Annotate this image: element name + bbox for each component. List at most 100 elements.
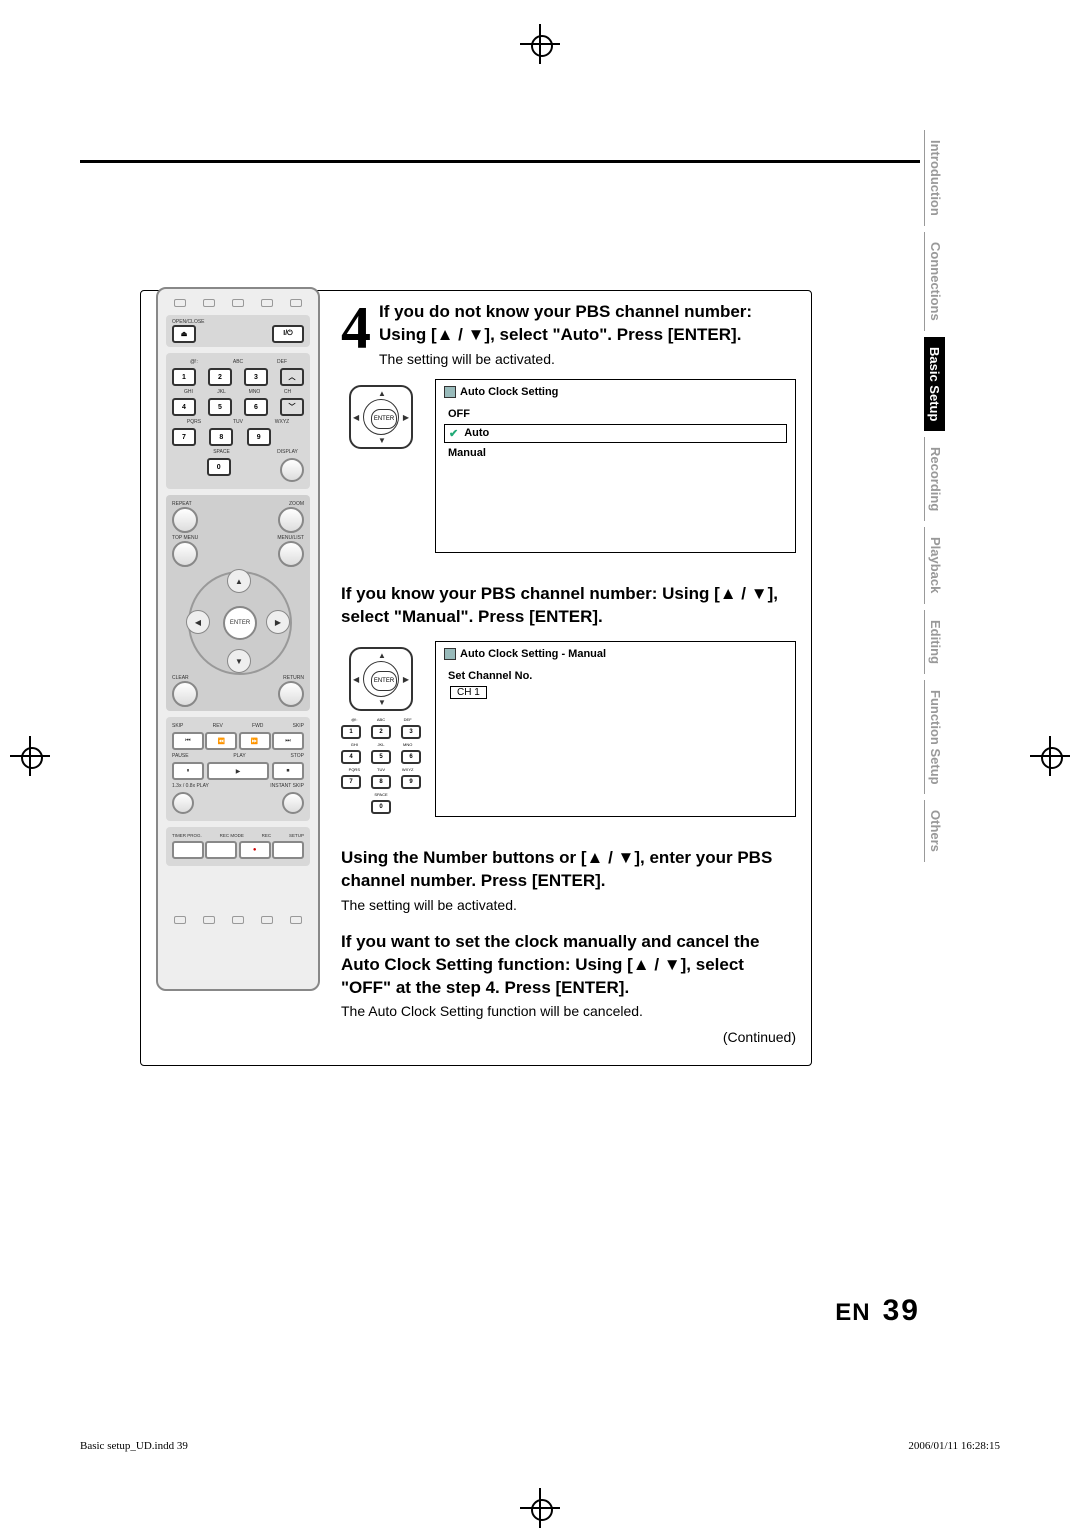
footer-left: Basic setup_UD.indd 39: [80, 1440, 188, 1452]
kp-lbl: JKL: [205, 389, 238, 395]
key-3[interactable]: 3: [244, 368, 268, 386]
dpad-up[interactable]: ▲: [227, 569, 251, 593]
tab-editing[interactable]: Editing: [924, 610, 946, 674]
eject-button[interactable]: ⏏: [172, 325, 196, 343]
nav-down-icon: ▼: [378, 698, 386, 707]
lbl: REC MODE: [220, 833, 244, 838]
key-1[interactable]: 1: [172, 368, 196, 386]
rec-mode-button[interactable]: [205, 841, 237, 859]
osd-auto-clock: Auto Clock Setting OFF ✔ Auto Manual: [435, 379, 796, 553]
tab-playback[interactable]: Playback: [924, 527, 946, 603]
dpad-right[interactable]: ▶: [266, 610, 290, 634]
key-9[interactable]: 9: [247, 428, 271, 446]
top-rule: [80, 160, 920, 163]
fwd-button[interactable]: ⏩: [239, 732, 271, 750]
skip-fwd-button[interactable]: ⏭: [272, 732, 304, 750]
rec-button[interactable]: ●: [239, 841, 271, 859]
key-4[interactable]: 4: [172, 398, 196, 416]
osd-item-auto[interactable]: ✔ Auto: [444, 424, 787, 443]
lbl: TUV: [368, 767, 395, 772]
key-0[interactable]: 0: [207, 458, 231, 476]
return-button[interactable]: [278, 681, 304, 707]
sub-activated-a: The setting will be activated.: [379, 351, 796, 367]
display-label: DISPLAY: [271, 449, 304, 455]
mk-5: 5: [371, 750, 391, 764]
display-button[interactable]: [280, 458, 304, 482]
key-6[interactable]: 6: [244, 398, 268, 416]
osd2-title: Auto Clock Setting - Manual: [444, 648, 787, 660]
nav-down-icon: ▼: [378, 436, 386, 445]
top-menu-button[interactable]: [172, 541, 198, 567]
stop-button[interactable]: ⏹: [272, 762, 304, 780]
nav-right-icon: ▶: [403, 413, 409, 422]
mk-0: 0: [371, 800, 391, 814]
mk-9: 9: [401, 775, 421, 789]
kp-lbl: GHI: [172, 389, 205, 395]
lbl: 1.3x / 0.8x PLAY: [172, 783, 209, 789]
nav-enter-label: ENTER: [371, 409, 397, 429]
tab-others[interactable]: Others: [924, 800, 946, 862]
heading-unknown-pbs: If you do not know your PBS channel numb…: [379, 301, 796, 347]
dpad-left[interactable]: ◀: [186, 610, 210, 634]
pause-button[interactable]: ⏸: [172, 762, 204, 780]
key-5[interactable]: 5: [208, 398, 232, 416]
lbl: PLAY: [233, 753, 245, 759]
menu-list-button[interactable]: [278, 541, 304, 567]
osd-item-auto-label: Auto: [464, 427, 489, 439]
kp-lbl: MNO: [238, 389, 271, 395]
lbl: JKL: [368, 742, 395, 747]
lbl: DEF: [394, 717, 421, 722]
power-button[interactable]: I/⏻: [272, 325, 304, 343]
lbl: REC: [262, 833, 272, 838]
key-8[interactable]: 8: [209, 428, 233, 446]
lbl: SKIP: [172, 723, 183, 729]
clear-button[interactable]: [172, 681, 198, 707]
tab-function-setup[interactable]: Function Setup: [924, 680, 946, 795]
instructions: 4 If you do not know your PBS channel nu…: [341, 301, 811, 1045]
tab-connections[interactable]: Connections: [924, 232, 946, 331]
lbl: REV: [213, 723, 223, 729]
enter-button[interactable]: ENTER: [223, 606, 257, 640]
instant-skip-button[interactable]: [282, 792, 304, 814]
repeat-button[interactable]: [172, 507, 198, 533]
heading-known-pbs: If you know your PBS channel number: Usi…: [341, 583, 796, 629]
ch-label: CH: [271, 389, 304, 395]
zoom-button[interactable]: [278, 507, 304, 533]
rev-button[interactable]: ⏪: [205, 732, 237, 750]
kp-lbl: PQRS: [172, 419, 216, 425]
nav-up-icon: ▲: [378, 651, 386, 660]
lbl: SKIP: [293, 723, 304, 729]
sub-activated-c: The setting will be activated.: [341, 897, 796, 913]
tab-basic-setup[interactable]: Basic Setup: [924, 337, 945, 431]
space-label: SPACE: [205, 449, 238, 455]
mk-8: 8: [371, 775, 391, 789]
page-number: EN39: [835, 1294, 920, 1328]
tab-recording[interactable]: Recording: [924, 437, 946, 521]
lbl: FWD: [252, 723, 263, 729]
key-2[interactable]: 2: [208, 368, 232, 386]
mk-6: 6: [401, 750, 421, 764]
nav-left-icon: ◀: [353, 675, 359, 684]
ch-up-button[interactable]: ︿: [280, 368, 304, 386]
kp-lbl: DEF: [260, 359, 304, 365]
nav-left-icon: ◀: [353, 413, 359, 422]
osd-manual-channel: Auto Clock Setting - Manual Set Channel …: [435, 641, 796, 817]
osd1-title: Auto Clock Setting: [444, 386, 787, 398]
speed-button[interactable]: [172, 792, 194, 814]
osd-item-off[interactable]: OFF: [444, 406, 787, 422]
lbl: PQRS: [341, 767, 368, 772]
ch-down-button[interactable]: ﹀: [280, 398, 304, 416]
check-icon: ✔: [449, 427, 458, 440]
side-tabs: Introduction Connections Basic Setup Rec…: [924, 130, 948, 868]
lbl: INSTANT SKIP: [270, 783, 304, 789]
key-7[interactable]: 7: [172, 428, 196, 446]
tab-introduction[interactable]: Introduction: [924, 130, 946, 226]
skip-back-button[interactable]: ⏮: [172, 732, 204, 750]
setup-button[interactable]: [272, 841, 304, 859]
timer-prog-button[interactable]: [172, 841, 204, 859]
play-button[interactable]: ▶: [207, 762, 269, 780]
osd-item-manual[interactable]: Manual: [444, 445, 787, 461]
mk-1: 1: [341, 725, 361, 739]
dpad-down[interactable]: ▼: [227, 649, 251, 673]
lbl: @!:: [341, 717, 368, 722]
